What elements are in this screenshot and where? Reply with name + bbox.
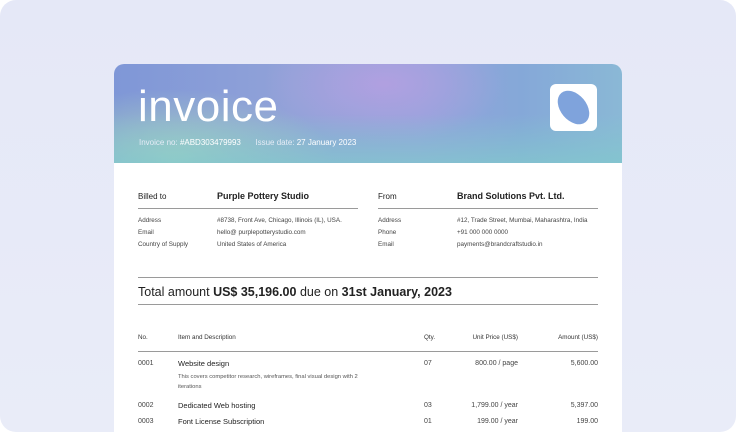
divider — [138, 304, 598, 305]
billed-to-name: Purple Pottery Studio — [217, 191, 310, 201]
total-amount-line: Total amount US$ 35,196.00 due on 31st J… — [138, 285, 452, 299]
billed-to-address-row: Address #8738, Front Ave, Chicago, Illin… — [138, 216, 342, 224]
table-header: No. Item and Description Qty. Unit Price… — [138, 334, 598, 352]
from-address-row: Address #12, Trade Street, Mumbai, Mahar… — [378, 216, 588, 224]
invoice-title: invoice — [138, 82, 279, 131]
from-name: Brand Solutions Pvt. Ltd. — [457, 191, 565, 201]
from-email-row: Email payments@brandcraftstudio.in — [378, 240, 543, 248]
divider — [378, 208, 598, 209]
from-label: From — [378, 192, 397, 201]
invoice-number-label: Invoice no: — [139, 138, 178, 147]
billed-to-country-row: Country of Supply United States of Ameri… — [138, 240, 287, 248]
billed-to-email-row: Email hello@ purplepotterystudio.com — [138, 228, 306, 236]
due-date: 31st January, 2023 — [341, 285, 452, 299]
invoice-header: invoice Invoice no: #ABD303479993 Issue … — [114, 64, 622, 163]
billed-to-label: Billed to — [138, 192, 167, 201]
company-logo — [550, 84, 597, 131]
invoice-number: #ABD303479993 — [179, 138, 241, 147]
divider — [138, 277, 598, 278]
billed-to-section: Billed to Purple Pottery Studio Address … — [138, 191, 358, 250]
from-section: From Brand Solutions Pvt. Ltd. Address #… — [378, 191, 598, 250]
table-row: 0001 Website design This covers competit… — [138, 359, 598, 390]
invoice-document: invoice Invoice no: #ABD303479993 Issue … — [114, 64, 622, 432]
issue-date-label: Issue date: — [255, 138, 295, 147]
table-row: 0003 Font License Subscription 01 199.00… — [138, 417, 598, 426]
issue-date: 27 January 2023 — [296, 138, 357, 147]
total-amount: US$ 35,196.00 — [213, 285, 297, 299]
divider — [138, 208, 358, 209]
from-phone-row: Phone +91 000 000 0000 — [378, 228, 508, 236]
line-items-table: No. Item and Description Qty. Unit Price… — [138, 334, 598, 432]
page-background: invoice Invoice no: #ABD303479993 Issue … — [0, 0, 736, 432]
invoice-meta: Invoice no: #ABD303479993 Issue date: 27… — [139, 138, 356, 147]
oval-logo-icon — [557, 90, 590, 125]
table-row: 0002 Dedicated Web hosting 03 1,799.00 /… — [138, 401, 598, 410]
